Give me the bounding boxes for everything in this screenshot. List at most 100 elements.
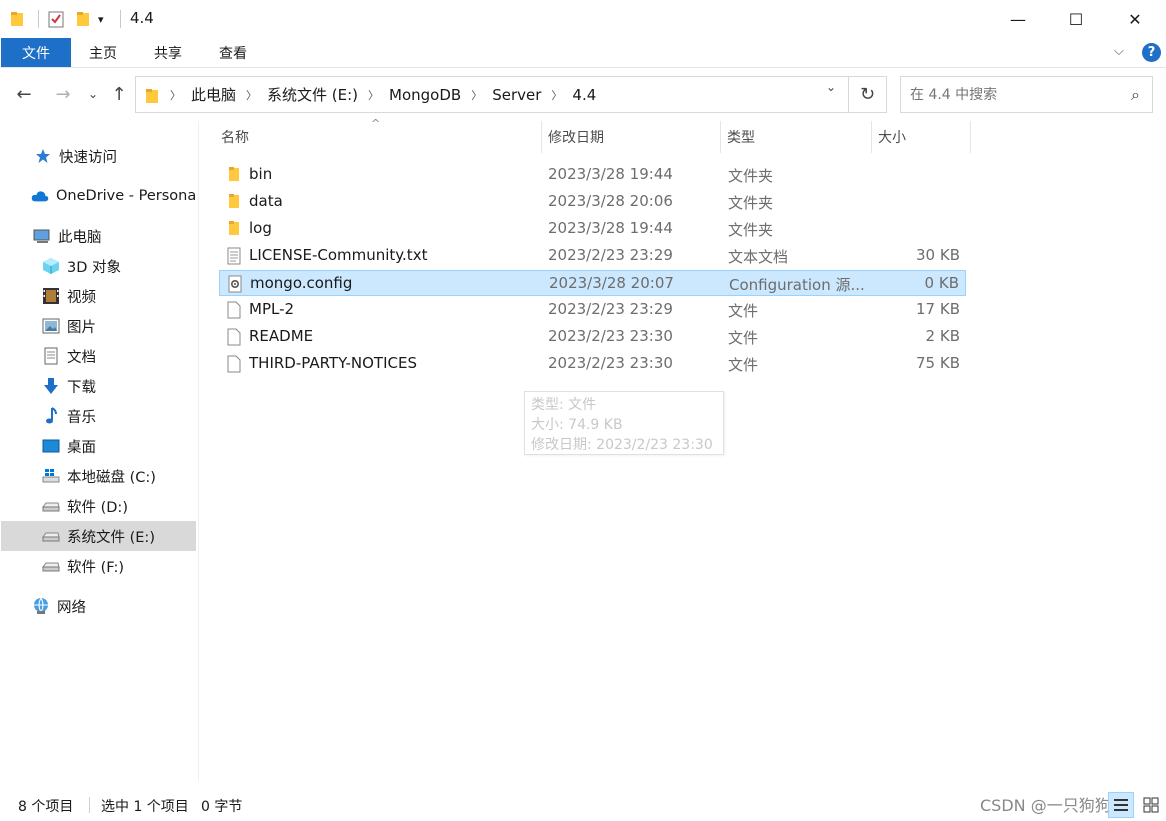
sidebar-item-videos[interactable]: 视频 (1, 281, 196, 311)
new-folder-icon[interactable] (76, 8, 92, 30)
sidebar-item-3d-objects[interactable]: 3D 对象 (1, 251, 196, 281)
column-header-name[interactable]: 名称 (221, 121, 541, 153)
sidebar-item-label: 桌面 (67, 439, 96, 456)
search-input[interactable] (910, 86, 1110, 103)
sidebar-item-pictures[interactable]: 图片 (1, 311, 196, 341)
tab-home[interactable]: 主页 (72, 38, 134, 67)
breadcrumb-server[interactable]: Server (492, 86, 541, 104)
table-row[interactable]: bin 2023/3/28 19:44 文件夹 (219, 162, 966, 188)
cube-icon (42, 258, 60, 274)
address-bar[interactable]: 〉 此电脑 〉 系统文件 (E:) 〉 MongoDB 〉 Server 〉 4… (135, 76, 849, 113)
sidebar-item-drive-f[interactable]: 软件 (F:) (1, 551, 196, 581)
maximize-button[interactable]: ☐ (1047, 0, 1105, 38)
item-count: 8 个项目 (18, 799, 74, 815)
help-button[interactable]: ? (1142, 43, 1161, 62)
column-header-size[interactable]: 大小 (878, 121, 970, 153)
sidebar-item-label: OneDrive - Persona (56, 188, 196, 204)
sidebar-item-label: 本地磁盘 (C:) (67, 469, 156, 486)
file-type: 文件 (728, 302, 759, 320)
refresh-icon: ↻ (859, 84, 876, 105)
window-title: 4.4 (130, 9, 154, 27)
folder-icon (10, 8, 26, 30)
text-file-icon (226, 247, 242, 265)
sidebar-item-drive-c[interactable]: 本地磁盘 (C:) (1, 461, 196, 491)
recent-locations-chevron-icon[interactable]: ⌄ (82, 81, 104, 107)
file-name: log (249, 219, 272, 237)
sidebar-item-label: 音乐 (67, 409, 96, 426)
table-row[interactable]: THIRD-PARTY-NOTICES 2023/2/23 23:30 文件 7… (219, 351, 966, 377)
forward-arrow-icon[interactable]: → (50, 81, 76, 107)
document-icon (42, 347, 60, 365)
download-icon (42, 378, 60, 394)
file-size: 2 KB (925, 327, 960, 345)
minimize-button[interactable]: — (989, 0, 1047, 38)
column-divider[interactable] (970, 121, 971, 153)
chevron-right-icon: 〉 (368, 88, 380, 102)
sidebar-item-downloads[interactable]: 下载 (1, 371, 196, 401)
file-size: 0 KB (924, 274, 959, 292)
sidebar-item-label: 软件 (F:) (67, 559, 125, 576)
file-info-tooltip: 类型: 文件 大小: 74.9 KB 修改日期: 2023/2/23 23:30 (524, 391, 724, 455)
navigation-bar: ← → ⌄ ↑ 〉 此电脑 〉 系统文件 (E:) 〉 MongoDB 〉 Se… (0, 69, 1166, 121)
navigation-pane: 快速访问 OneDrive - Persona 此电脑 3D 对象 视频 图片 … (0, 121, 198, 781)
file-date: 2023/3/28 19:44 (548, 219, 673, 237)
sidebar-item-label: 系统文件 (E:) (67, 529, 155, 546)
close-button[interactable]: ✕ (1106, 0, 1164, 38)
search-box[interactable]: ⌕ (900, 76, 1153, 113)
expand-ribbon-icon[interactable]: ⌵ (1114, 44, 1124, 59)
search-icon[interactable]: ⌕ (1131, 85, 1140, 105)
details-view-icon[interactable] (1108, 792, 1134, 818)
sidebar-item-onedrive[interactable]: OneDrive - Persona (1, 181, 196, 211)
column-header-type[interactable]: 类型 (727, 121, 873, 153)
tab-file[interactable]: 文件 (1, 38, 71, 67)
address-history-dropdown-icon[interactable]: ⌄ (826, 80, 836, 94)
drive-icon (42, 498, 60, 514)
cloud-icon (31, 188, 49, 204)
drive-icon (42, 558, 60, 574)
column-divider[interactable] (720, 121, 721, 153)
sidebar-item-desktop[interactable]: 桌面 (1, 431, 196, 461)
table-row[interactable]: MPL-2 2023/2/23 23:29 文件 17 KB (219, 297, 966, 323)
file-name: bin (249, 165, 273, 183)
tab-share[interactable]: 共享 (136, 38, 200, 67)
sidebar-item-this-pc[interactable]: 此电脑 (1, 221, 196, 251)
breadcrumb-drive-e[interactable]: 系统文件 (E:) (267, 84, 358, 105)
sidebar-item-drive-d[interactable]: 软件 (D:) (1, 491, 196, 521)
properties-icon[interactable] (48, 8, 66, 30)
file-size: 30 KB (916, 246, 960, 264)
table-row[interactable]: data 2023/3/28 20:06 文件夹 (219, 189, 966, 215)
tab-view[interactable]: 查看 (202, 38, 264, 67)
chevron-right-icon: 〉 (246, 88, 258, 102)
column-header-date[interactable]: 修改日期 (548, 121, 722, 153)
sidebar-item-label: 视频 (67, 289, 96, 306)
back-arrow-icon[interactable]: ← (11, 81, 37, 107)
large-icons-view-icon[interactable] (1138, 792, 1164, 818)
file-name: mongo.config (250, 274, 353, 292)
column-divider[interactable] (871, 121, 872, 153)
tooltip-modified: 修改日期: 2023/2/23 23:30 (531, 437, 713, 453)
table-row[interactable]: log 2023/3/28 19:44 文件夹 (219, 216, 966, 242)
breadcrumb-4-4[interactable]: 4.4 (572, 86, 596, 104)
table-row[interactable]: LICENSE-Community.txt 2023/2/23 23:29 文本… (219, 243, 966, 269)
breadcrumb-this-pc[interactable]: 此电脑 (191, 84, 236, 105)
sidebar-item-music[interactable]: 音乐 (1, 401, 196, 431)
sidebar-item-drive-e[interactable]: 系统文件 (E:) (1, 521, 196, 551)
breadcrumb-mongodb[interactable]: MongoDB (389, 86, 461, 104)
up-arrow-icon[interactable]: ↑ (106, 81, 132, 107)
table-row[interactable]: README 2023/2/23 23:30 文件 2 KB (219, 324, 966, 350)
sidebar-item-network[interactable]: 网络 (1, 591, 196, 621)
folder-icon (226, 193, 242, 211)
sidebar-item-label: 此电脑 (58, 229, 102, 246)
refresh-button[interactable]: ↻ (849, 76, 887, 113)
file-size: 17 KB (916, 300, 960, 318)
column-divider[interactable] (541, 121, 542, 153)
selected-size: 0 字节 (201, 799, 243, 815)
sidebar-item-documents[interactable]: 文档 (1, 341, 196, 371)
computer-icon (33, 228, 51, 244)
config-file-icon (227, 275, 243, 293)
table-row-selected[interactable]: mongo.config 2023/3/28 20:07 Configurati… (219, 270, 966, 296)
customize-toolbar-dropdown-icon[interactable]: ▾ (98, 8, 112, 30)
file-icon (226, 328, 242, 346)
selected-count: 选中 1 个项目 (101, 799, 189, 815)
sidebar-item-quick-access[interactable]: 快速访问 (1, 141, 196, 171)
